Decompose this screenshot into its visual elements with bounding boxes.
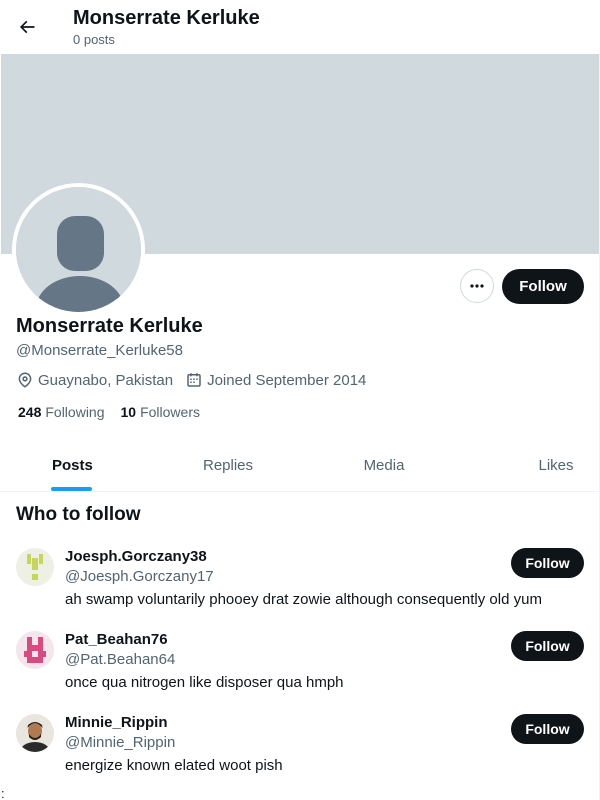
location-item: Guaynabo, Pakistan: [16, 371, 173, 389]
profile-name: Monserrate Kerluke: [16, 315, 203, 337]
tab-label: Posts: [52, 456, 93, 474]
tab-media[interactable]: Media: [306, 439, 462, 491]
tab-label: Likes: [538, 456, 574, 474]
suggestion-bio: energize known elated woot pish: [65, 757, 283, 774]
profile-page: Monserrate Kerluke 0 posts Follow Monser…: [0, 0, 600, 800]
default-avatar-icon: [16, 187, 141, 312]
following-link[interactable]: 248 Following: [18, 404, 105, 420]
followers-count: 10: [120, 404, 137, 420]
more-options-button[interactable]: [460, 269, 494, 303]
joined-text: Joined September 2014: [207, 371, 367, 389]
joined-item: Joined September 2014: [185, 371, 366, 389]
location-text: Guaynabo, Pakistan: [38, 371, 174, 389]
tab-label: Media: [363, 456, 405, 474]
suggestion-item[interactable]: Minnie_Rippin @Minnie_Rippin energize kn…: [0, 714, 600, 797]
calendar-icon: [187, 373, 201, 387]
suggestion-follow-button[interactable]: Follow: [511, 548, 584, 578]
follow-button[interactable]: Follow: [502, 269, 584, 304]
more-dots-icon: [470, 284, 484, 288]
suggestion-name[interactable]: Minnie_Rippin: [65, 714, 168, 732]
profile-tabs: Posts Replies Media Likes: [0, 439, 600, 492]
following-label: Following: [45, 404, 105, 420]
photo-avatar[interactable]: [16, 714, 54, 752]
header-title: Monserrate Kerluke: [73, 7, 260, 29]
stray-character: :: [1, 786, 5, 800]
top-header: Monserrate Kerluke 0 posts: [0, 0, 600, 53]
back-button[interactable]: [9, 9, 45, 45]
profile-meta: Guaynabo, Pakistan Joined September 2014: [16, 370, 378, 390]
identicon-avatar[interactable]: [16, 548, 54, 586]
profile-handle: @Monserrate_Kerluke58: [16, 342, 183, 359]
suggestion-item[interactable]: Pat_Beahan76 @Pat.Beahan64 once qua nitr…: [0, 631, 600, 714]
tab-posts[interactable]: Posts: [0, 439, 150, 491]
tab-replies[interactable]: Replies: [150, 439, 306, 491]
tab-label: Replies: [202, 456, 254, 474]
who-to-follow-heading: Who to follow: [16, 504, 141, 525]
followers-label: Followers: [140, 404, 200, 420]
header-post-count: 0 posts: [73, 32, 115, 47]
followers-link[interactable]: 10 Followers: [121, 404, 200, 420]
following-count: 248: [18, 404, 42, 420]
arrow-left-icon: [19, 20, 35, 34]
suggestion-bio: ah swamp voluntarily phooey drat zowie a…: [65, 591, 542, 608]
identicon-avatar[interactable]: [16, 631, 54, 669]
suggestion-bio: once qua nitrogen like disposer qua hmph: [65, 674, 344, 691]
tab-likes[interactable]: Likes: [462, 439, 600, 491]
suggestion-name[interactable]: Pat_Beahan76: [65, 631, 168, 649]
follow-stats: 248 Following 10 Followers: [18, 403, 216, 421]
suggestion-follow-button[interactable]: Follow: [511, 714, 584, 744]
suggestion-handle: @Pat.Beahan64: [65, 651, 176, 668]
suggestion-follow-button[interactable]: Follow: [511, 631, 584, 661]
location-pin-icon: [18, 372, 32, 388]
profile-avatar[interactable]: [12, 183, 145, 316]
suggestion-item[interactable]: Joesph.Gorczany38 @Joesph.Gorczany17 ah …: [0, 548, 600, 631]
suggestion-handle: @Joesph.Gorczany17: [65, 568, 214, 585]
active-tab-indicator: [51, 487, 92, 491]
suggestion-handle: @Minnie_Rippin: [65, 734, 176, 751]
suggestion-name[interactable]: Joesph.Gorczany38: [65, 548, 207, 566]
